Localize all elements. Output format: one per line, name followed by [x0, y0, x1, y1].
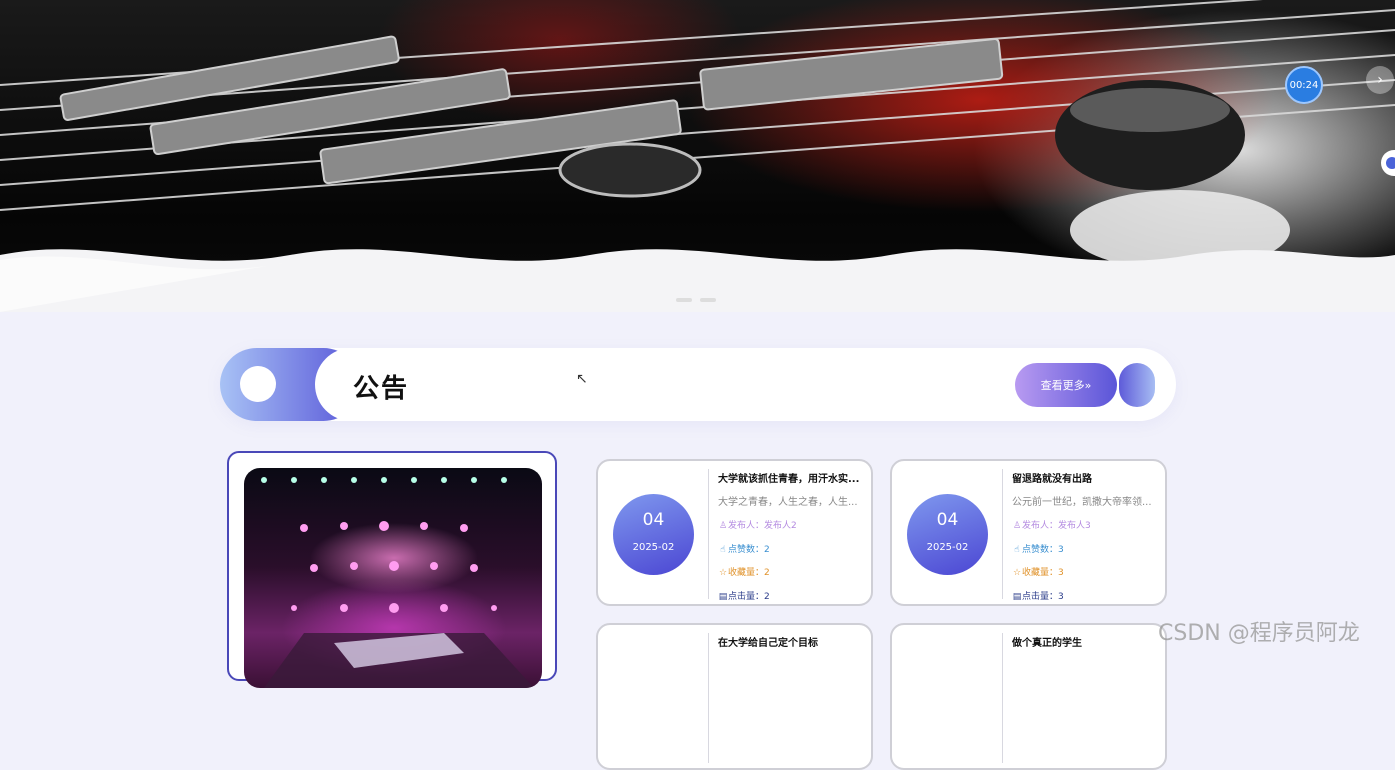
document-icon: ▤	[718, 592, 728, 602]
notice-title[interactable]: 在大学给自己定个目标	[718, 634, 868, 649]
favorites-text: 收藏量：2	[728, 568, 770, 578]
date-year-month: 2025-02	[926, 542, 969, 553]
clicks-row: ▤点击量：2	[718, 589, 770, 602]
chevron-right-icon: ›	[1377, 72, 1383, 88]
hero-banner: 00:24 ›	[0, 0, 1395, 312]
publisher-text: 发布人：发布人2	[728, 521, 797, 531]
star-icon: ☆	[718, 568, 728, 578]
date-badge: 04 2025-02	[613, 494, 694, 575]
carousel-dot[interactable]	[700, 298, 716, 302]
divider	[1002, 469, 1003, 599]
circle-icon	[240, 366, 276, 402]
thumbs-up-icon: ☝	[720, 545, 726, 555]
notice-title[interactable]: 做个真正的学生	[1012, 634, 1162, 649]
divider	[1002, 633, 1003, 763]
user-icon: ♙	[1012, 521, 1022, 531]
star-icon: ☆	[1012, 568, 1022, 578]
notice-title[interactable]: 留退路就没有出路	[1012, 470, 1162, 485]
likes-text: 点赞数：3	[1022, 545, 1064, 555]
section-header: 公告 查看更多»	[220, 348, 1176, 421]
clicks-row: ▤点击量：3	[1012, 589, 1064, 602]
clicks-text: 点击量：2	[728, 592, 770, 602]
date-day: 04	[936, 510, 959, 530]
mouse-cursor-icon: ↖	[576, 371, 588, 387]
carousel-dot[interactable]	[676, 298, 692, 302]
notice-title[interactable]: 大学就该抓住青春，用汗水实...	[718, 470, 868, 485]
stage-lights	[261, 477, 534, 688]
guitar-illustration	[0, 0, 1395, 312]
publisher-text: 发布人：发布人3	[1022, 521, 1091, 531]
favorites-row: ☆收藏量：2	[718, 565, 770, 578]
notice-card[interactable]: 04 2025-02 大学就该抓住青春，用汗水实... 大学之青春，人生之春，人…	[596, 459, 873, 606]
document-icon: ▤	[1012, 592, 1022, 602]
featured-notice-card[interactable]	[227, 451, 557, 688]
notice-card[interactable]: 做个真正的学生	[890, 623, 1167, 770]
thumbs-up-icon: ☝	[1014, 545, 1020, 555]
stage-concert-image	[244, 468, 542, 688]
divider	[708, 469, 709, 599]
likes-row: ☝ 点赞数：3	[1012, 542, 1064, 555]
carousel-dots	[676, 298, 716, 302]
slideshow-timer[interactable]: 00:24	[1285, 66, 1323, 104]
favorites-row: ☆收藏量：3	[1012, 565, 1064, 578]
divider	[708, 633, 709, 763]
notice-card[interactable]: 在大学给自己定个目标	[596, 623, 873, 770]
watermark: CSDN @程序员阿龙	[1158, 621, 1360, 646]
next-slide-button[interactable]: ›	[1366, 66, 1394, 94]
view-more-button[interactable]: 查看更多»	[1015, 363, 1117, 407]
publisher-row: ♙发布人：发布人3	[1012, 518, 1091, 531]
date-day: 04	[642, 510, 665, 530]
date-badge: 04 2025-02	[907, 494, 988, 575]
likes-row: ☝ 点赞数：2	[718, 542, 770, 555]
section-title: 公告	[353, 374, 410, 404]
likes-text: 点赞数：2	[728, 545, 770, 555]
view-more-decoration	[1119, 363, 1155, 407]
notice-summary: 大学之青春，人生之春，人生...	[718, 497, 858, 508]
publisher-row: ♙发布人：发布人2	[718, 518, 797, 531]
date-year-month: 2025-02	[632, 542, 675, 553]
favorites-text: 收藏量：3	[1022, 568, 1064, 578]
globe-icon	[1386, 157, 1395, 169]
user-icon: ♙	[718, 521, 728, 531]
notice-summary: 公元前一世纪，凯撒大帝率领...	[1012, 497, 1152, 508]
clicks-text: 点击量：3	[1022, 592, 1064, 602]
notice-card[interactable]: 04 2025-02 留退路就没有出路 公元前一世纪，凯撒大帝率领... ♙发布…	[890, 459, 1167, 606]
